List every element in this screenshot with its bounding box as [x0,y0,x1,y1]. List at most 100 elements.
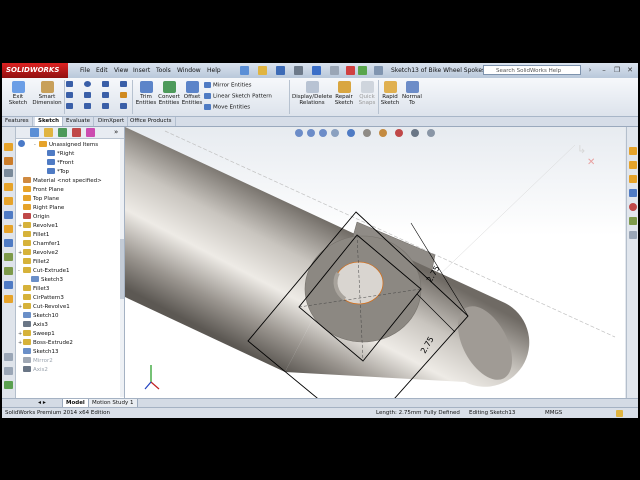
tab-evaluate[interactable]: Evaluate [63,117,95,126]
ellipse-icon[interactable] [102,92,109,98]
fillet-sketch-icon[interactable] [120,92,127,98]
tab-dimxpert[interactable]: DimXpert [95,117,129,126]
tree-node[interactable]: Axis3 [18,321,48,329]
file-explorer-icon[interactable] [629,175,637,183]
plane-icon[interactable] [4,211,13,219]
rebuild-icon[interactable] [346,66,355,75]
custom-properties-icon[interactable] [4,267,13,275]
exit-sketch-button[interactable]: Exit Sketch [5,81,31,106]
tree-node[interactable]: Origin [18,213,50,221]
offset-entities-button[interactable]: Offset Entities [181,81,203,106]
resources-icon[interactable] [4,169,13,177]
tree-node[interactable]: *Front [42,159,74,167]
plane-sketch-icon[interactable] [120,103,127,109]
slot-icon[interactable] [84,92,91,98]
library-icon[interactable] [4,225,13,233]
tree-node[interactable]: Sketch3 [26,276,63,284]
tree-node[interactable]: Front Plane [18,186,64,194]
configuration-manager-tab-icon[interactable] [58,128,67,137]
select-icon[interactable] [330,66,339,75]
tree-node[interactable]: + Sweep1 [18,330,55,338]
confirm-corner-accept-icon[interactable]: ↳ [577,143,586,156]
minimize-icon[interactable]: – [599,66,609,75]
tree-node[interactable]: Fillet3 [18,285,49,293]
help-arrow-icon[interactable]: › [585,66,595,75]
tree-node[interactable]: Right Plane [18,204,64,212]
line-icon[interactable] [66,81,73,87]
tree-node[interactable]: Axis2 [18,366,48,374]
filter-icon[interactable] [18,140,25,147]
tree-node[interactable]: + Boss-Extrude2 [18,339,73,347]
mirror-entities-button[interactable]: Mirror Entities [204,82,252,89]
menu-insert[interactable]: Insert [133,67,150,74]
appearance-icon[interactable] [4,253,13,261]
print-icon[interactable] [294,66,303,75]
feature-manager-tab-icon[interactable] [30,128,39,137]
chevron-right-icon[interactable]: » [114,128,118,136]
tree-node[interactable]: - Unassigned Items [34,141,98,149]
confirm-corner-cancel-icon[interactable]: ✕ [587,157,595,168]
tab-office-products[interactable]: Office Products [127,117,176,126]
tree-node[interactable]: Sketch13 [18,348,59,356]
snap-icon[interactable] [4,367,13,375]
property-manager-tab-icon[interactable] [44,128,53,137]
units-selector[interactable]: MMGS [545,408,562,418]
new-document-icon[interactable] [240,66,249,75]
home-icon[interactable] [4,143,13,151]
solidworks-resources-icon[interactable] [629,147,637,155]
menu-help[interactable]: Help [207,67,221,74]
close-icon[interactable]: ✕ [625,66,635,75]
rectangle-icon[interactable] [66,92,73,98]
dimxpert-manager-tab-icon[interactable] [72,128,81,137]
tree-node[interactable]: Sketch10 [18,312,59,320]
arc-icon[interactable] [120,81,127,87]
normal-to-button[interactable]: Normal To [402,81,422,106]
tree-node[interactable]: + Revolve2 [18,249,58,257]
menu-view[interactable]: View [114,67,128,74]
forum-icon[interactable] [4,281,13,289]
search-help-input[interactable]: Search SolidWorks Help [483,65,581,75]
text-icon[interactable] [102,103,109,109]
tree-node[interactable]: CirPattern3 [18,294,64,302]
rapid-sketch-button[interactable]: Rapid Sketch [380,81,400,106]
undo-icon[interactable] [312,66,321,75]
folder-icon[interactable] [4,197,13,205]
trim-entities-button[interactable]: Trim Entities [134,81,158,106]
menu-edit[interactable]: Edit [96,67,108,74]
menu-tools[interactable]: Tools [156,67,171,74]
tree-node[interactable]: Fillet2 [18,258,49,266]
appearances-icon[interactable] [629,203,637,211]
tree-node[interactable]: Fillet1 [18,231,49,239]
folder-icon[interactable] [4,183,13,191]
graphics-area[interactable]: 2.75 2.75 ↳ ✕ [125,127,625,398]
save-icon[interactable] [276,66,285,75]
restore-icon[interactable]: ❐ [612,66,622,75]
convert-entities-button[interactable]: Convert Entities [157,81,181,106]
linear-sketch-pattern-button[interactable]: Linear Sketch Pattern [204,93,272,100]
options-icon[interactable] [374,66,383,75]
move-entities-button[interactable]: Move Entities [204,104,250,111]
tree-node[interactable]: + Revolve1 [18,222,58,230]
scrollbar-thumb[interactable] [120,239,124,299]
help-icon[interactable] [616,410,623,417]
tree-node[interactable]: *Top [42,168,69,176]
tree-node[interactable]: Mirror2 [18,357,53,365]
view-palette-icon[interactable] [629,189,637,197]
repair-sketch-button[interactable]: Repair Sketch [333,81,355,106]
display-delete-relations-button[interactable]: Display/Delete Relations [292,81,332,106]
display-manager-tab-icon[interactable] [86,128,95,137]
tab-sketch[interactable]: Sketch [35,117,64,126]
design-library-icon[interactable] [4,295,13,303]
circle-icon[interactable] [84,81,91,87]
check-icon[interactable] [4,381,13,389]
quick-snaps-button[interactable]: Quick Snaps [357,81,377,106]
grid-icon[interactable] [4,353,13,361]
menu-file[interactable]: File [80,67,90,74]
tree-node[interactable]: *Right [42,150,74,158]
forum-icon[interactable] [629,231,637,239]
polygon-icon[interactable] [66,103,73,109]
tree-node[interactable]: Chamfer1 [18,240,60,248]
tree-node[interactable]: - Cut-Extrude1 [18,267,69,275]
spline-icon[interactable] [102,81,109,87]
tab-scroll-arrows-icon[interactable]: ◂ ▸ [38,399,46,406]
